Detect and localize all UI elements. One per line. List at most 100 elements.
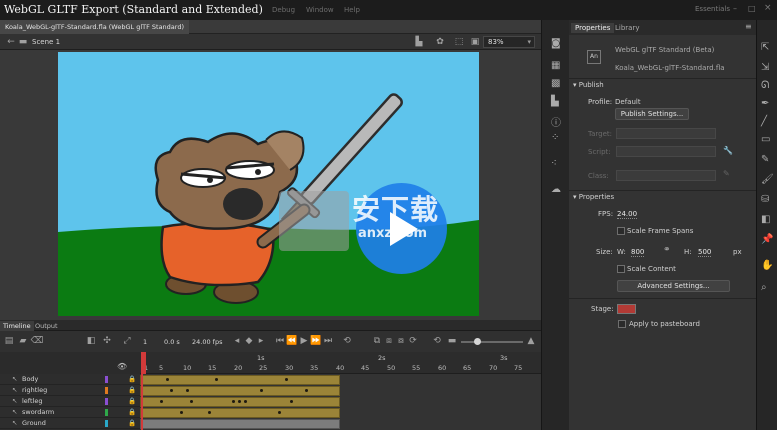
workspace-switcher[interactable]: Essentials [695,5,730,13]
document-tab[interactable]: Koala_WebGL-glTF-Standard.fla (WebGL glT… [0,20,190,34]
lock-icon[interactable]: 🔒 [128,408,136,416]
keyframe[interactable] [285,378,288,381]
clip-stage-icon[interactable]: ⬚ [452,35,466,49]
menu-debug[interactable]: Debug [272,6,295,14]
swatches-panel-icon[interactable]: ▩ [551,78,560,89]
advanced-settings-button[interactable]: Advanced Settings... [617,280,730,292]
keyframe[interactable] [290,400,293,403]
tab-output[interactable]: Output [32,321,61,331]
camera-icon[interactable]: ◧ [84,334,98,348]
delete-layer-icon[interactable]: ⌫ [30,334,44,348]
layer-color-chip[interactable] [105,398,108,405]
layer-color-chip[interactable] [105,387,108,394]
current-frame[interactable]: 1 [143,338,147,346]
tab-timeline[interactable]: Timeline [0,321,34,331]
frame-row[interactable] [140,374,541,385]
maximize-icon[interactable]: □ [748,4,756,13]
align-panel-icon[interactable]: ▙ [551,96,559,107]
frame-grid[interactable] [140,374,541,430]
keyframe[interactable] [160,400,163,403]
properties-section-header[interactable]: ▾ Properties [573,193,614,201]
line-tool-icon[interactable]: ╱ [761,116,767,127]
layer-color-chip[interactable] [105,420,108,427]
onion-skin-icon[interactable]: ✣ [100,334,114,348]
eye-icon[interactable]: 👁 [117,362,127,371]
subselection-tool-icon[interactable]: ⇲ [761,62,769,73]
menu-help[interactable]: Help [344,6,360,14]
panel-menu-icon[interactable]: ≡ [745,22,752,31]
height-value[interactable]: 500 [698,248,712,257]
hand-tool-icon[interactable]: ✋ [761,260,773,271]
current-time[interactable]: 0.0 s [164,338,180,346]
stage-color-swatch[interactable] [617,304,636,314]
pen-tool-icon[interactable]: ✒ [761,98,769,109]
selection-tool-icon[interactable]: ⇱ [761,42,769,53]
timeline-zoom-handle[interactable] [474,338,481,345]
frame-rate[interactable]: 24.00 fps [192,338,222,346]
class-input[interactable] [616,170,716,181]
static-span[interactable] [140,419,340,429]
pasteboard-checkbox[interactable] [618,320,626,328]
keyframe[interactable] [208,411,211,414]
stage-canvas[interactable] [58,52,479,316]
sync-icon[interactable]: ⟳ [406,334,420,348]
keyframe[interactable] [186,389,189,392]
keyframe[interactable] [215,378,218,381]
edit-symbol-icon[interactable]: ✿ [433,35,447,49]
center-stage-icon[interactable]: ▣ [468,35,482,49]
pencil-tool-icon[interactable]: ✎ [761,154,769,165]
tab-library[interactable]: Library [611,23,643,33]
layer-row[interactable]: ↖ Ground 🔒 [0,418,140,429]
camera-panel-icon[interactable]: ◙ [551,38,561,49]
wrench-icon[interactable]: 🔧 [723,146,733,155]
width-value[interactable]: 800 [631,248,645,257]
transform-panel-icon[interactable]: ⁘ [551,132,559,143]
scale-spans-checkbox[interactable] [617,227,625,235]
zoom-tool-icon[interactable]: ⌕ [761,282,767,293]
minimize-icon[interactable]: – [733,4,737,13]
keyframe[interactable] [180,411,183,414]
link-icon[interactable]: ⚭ [663,245,671,255]
frame-row[interactable] [140,396,541,407]
keyframe[interactable] [166,378,169,381]
components-panel-icon[interactable]: ⁖ [551,158,557,169]
menu-window[interactable]: Window [306,6,334,14]
eraser-tool-icon[interactable]: ◧ [761,214,770,225]
keyframe[interactable] [260,389,263,392]
tween-span[interactable] [140,375,340,385]
go-end-icon[interactable]: ⏭ [321,334,335,348]
lock-icon[interactable]: 🔒 [128,419,136,427]
keyframe[interactable] [190,400,193,403]
layer-row[interactable]: ↖ swordarm 🔒 [0,407,140,418]
edit-scene-icon[interactable]: ▙ [412,35,426,49]
zoom-in-icon[interactable]: ▲ [524,334,538,348]
layer-row[interactable]: ↖ Body 🔒 [0,374,140,385]
scale-content-checkbox[interactable] [617,265,625,273]
pencil-icon[interactable]: ✎ [723,169,730,178]
new-layer-icon[interactable]: ▤ [2,334,16,348]
lasso-tool-icon[interactable]: ᘏ [761,80,769,91]
keyframe[interactable] [238,400,241,403]
lock-icon[interactable]: 🔒 [128,375,136,383]
keyframe[interactable] [232,400,235,403]
keyframe[interactable] [244,400,247,403]
center-playhead-icon[interactable]: ⟲ [430,334,444,348]
tween-span[interactable] [140,408,340,418]
keyframe[interactable] [305,389,308,392]
rectangle-tool-icon[interactable]: ▭ [761,134,770,145]
brush-tool-icon[interactable]: 🖌 [761,174,774,185]
layer-row[interactable]: ↖ rightleg 🔒 [0,385,140,396]
frame-row[interactable] [140,418,541,429]
timeline-ruler[interactable]: 1s 2s 3s 1 5 10 15 20 25 30 35 40 45 50 … [140,352,541,374]
keyframe[interactable] [278,411,281,414]
target-select[interactable] [616,128,716,139]
layer-color-chip[interactable] [105,409,108,416]
bucket-tool-icon[interactable]: ⛁ [761,194,769,205]
next-keyframe-icon[interactable]: ▸ [254,334,268,348]
new-folder-icon[interactable]: ▰ [16,334,30,348]
pin-tool-icon[interactable]: 📌 [761,234,773,245]
graph-icon[interactable]: ⤢ [120,334,134,348]
close-icon[interactable]: × [764,3,772,13]
library-panel-icon[interactable]: ▦ [551,60,560,71]
info-panel-icon[interactable]: ⓘ [551,114,561,129]
